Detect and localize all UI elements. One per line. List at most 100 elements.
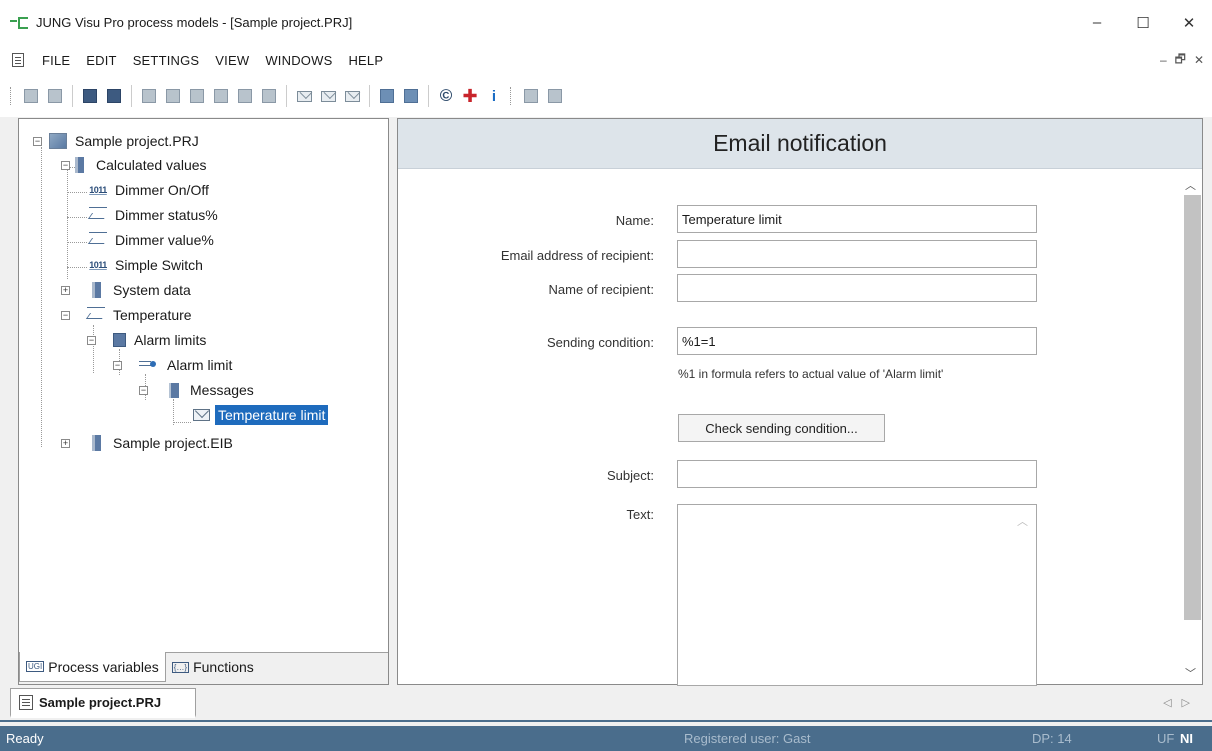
document-tab-strip: Sample project.PRJ ◁▷ — [0, 686, 1212, 726]
folder-icon — [92, 282, 101, 298]
status-flag-uf: UF — [1157, 731, 1175, 746]
status-text: Ready — [6, 731, 44, 746]
scroll-up-icon[interactable]: ︿ — [1185, 177, 1196, 193]
tree-node-messages[interactable]: − Messages — [139, 378, 257, 402]
toolbar: © ✚ i — [0, 75, 1212, 117]
view-detail-icon[interactable] — [545, 86, 565, 106]
check-condition-button[interactable]: Check sending condition... — [678, 414, 885, 442]
tree-node-alarm-limits[interactable]: − Alarm limits — [87, 328, 209, 352]
delete-icon[interactable] — [235, 86, 255, 106]
subject-field[interactable] — [677, 460, 1037, 488]
expand-toggle-icon[interactable]: + — [61, 285, 70, 295]
registered-user: Registered user: Gast — [684, 731, 811, 746]
tab-prev-icon[interactable]: ◁ — [1163, 697, 1181, 709]
email-notification-panel: Email notification Name: Temperature lim… — [397, 118, 1203, 686]
tree-node-simple-switch[interactable]: 1011 Simple Switch — [89, 253, 206, 277]
tab-process-variables[interactable]: UGI Process variables — [19, 652, 166, 682]
view-list-icon[interactable] — [521, 86, 541, 106]
toolbar-grip[interactable] — [10, 87, 13, 105]
document-menu-icon[interactable] — [12, 53, 24, 67]
scroll-down-icon[interactable]: ﹀ — [1185, 665, 1196, 681]
menu-bar: FILE EDIT SETTINGS VIEW WINDOWS HELP – 🗗… — [0, 45, 1212, 75]
new-document-icon[interactable] — [21, 86, 41, 106]
email-label: Email address of recipient: — [500, 248, 654, 263]
tree-node-temperature-limit[interactable]: Temperature limit — [193, 403, 329, 427]
add-alarm-icon[interactable] — [211, 86, 231, 106]
subject-label: Subject: — [607, 468, 654, 483]
add-red-icon[interactable]: ✚ — [460, 86, 480, 106]
link-icon[interactable] — [259, 86, 279, 106]
scrollbar-thumb[interactable] — [1184, 195, 1201, 620]
binary-variable-icon: 1011 — [89, 260, 107, 270]
info-icon[interactable]: i — [484, 86, 504, 106]
minimize-button[interactable]: – — [1074, 0, 1120, 45]
add-analog-icon[interactable] — [187, 86, 207, 106]
left-panel-tabs: UGI Process variables {…} Functions — [19, 652, 388, 684]
project-tree-panel: − Sample project.PRJ − Calculated values… — [18, 118, 389, 685]
tab-functions[interactable]: {…} Functions — [166, 653, 260, 681]
panel-title: Email notification — [713, 130, 887, 156]
mail-delete-icon[interactable] — [342, 86, 362, 106]
document-icon — [19, 694, 33, 710]
document-tab[interactable]: Sample project.PRJ — [10, 688, 196, 718]
text-label: Text: — [626, 507, 654, 522]
tree-node-calculated-values[interactable]: − Calculated values — [61, 153, 210, 177]
mdi-restore-button[interactable]: 🗗 — [1175, 50, 1186, 71]
tree-node-system-data[interactable]: + System data — [61, 278, 194, 302]
mail-icon[interactable] — [294, 86, 314, 106]
menu-settings[interactable]: SETTINGS — [125, 53, 208, 68]
toolbar-grip-2[interactable] — [510, 87, 513, 105]
project-tree: − Sample project.PRJ − Calculated values… — [19, 119, 388, 653]
recipient-name-field[interactable] — [677, 274, 1037, 302]
tree-node-temperature[interactable]: − Temperature — [61, 303, 195, 327]
mdi-controls: – 🗗 ✕ — [1160, 45, 1204, 75]
tree-node-eib[interactable]: + Sample project.EIB — [61, 431, 236, 455]
folder-icon — [75, 157, 84, 173]
tree-node-dimmer-onoff[interactable]: 1011 Dimmer On/Off — [89, 178, 212, 202]
tab-navigation: ◁▷ — [1163, 696, 1200, 709]
collapse-toggle-icon[interactable]: − — [113, 360, 122, 370]
chevron-up-icon[interactable]: ︿ — [1017, 513, 1028, 529]
add-variable-icon[interactable] — [139, 86, 159, 106]
sending-condition-field[interactable]: %1=1 — [677, 327, 1037, 355]
close-button[interactable]: ✕ — [1166, 0, 1212, 45]
functions-icon: {…} — [171, 661, 190, 673]
collapse-toggle-icon[interactable]: − — [61, 310, 70, 320]
expand-icon[interactable] — [377, 86, 397, 106]
collapse-icon[interactable] — [401, 86, 421, 106]
menu-file[interactable]: FILE — [34, 53, 78, 68]
menu-help[interactable]: HELP — [340, 53, 391, 68]
properties-icon[interactable] — [45, 86, 65, 106]
copyright-icon[interactable]: © — [436, 86, 456, 106]
tree-node-dimmer-value[interactable]: Dimmer value% — [89, 228, 217, 252]
tree-node-dimmer-status[interactable]: Dimmer status% — [89, 203, 221, 227]
import-icon[interactable] — [80, 86, 100, 106]
window-title: JUNG Visu Pro process models - [Sample p… — [36, 15, 353, 30]
email-form: Name: Temperature limit Email address of… — [398, 169, 1180, 686]
collapse-toggle-icon[interactable]: − — [33, 136, 42, 146]
binary-variable-icon: 1011 — [89, 185, 107, 195]
message-text-area[interactable]: ︿ — [677, 504, 1037, 686]
email-field[interactable] — [677, 240, 1037, 268]
collapse-toggle-icon[interactable]: − — [87, 335, 96, 345]
menu-windows[interactable]: WINDOWS — [257, 53, 340, 68]
app-logo-icon — [10, 16, 28, 29]
vertical-scrollbar[interactable]: ︿ ﹀ — [1180, 169, 1202, 684]
expand-toggle-icon[interactable]: + — [61, 438, 70, 448]
mdi-close-button[interactable]: ✕ — [1194, 53, 1204, 67]
collapse-toggle-icon[interactable]: − — [61, 160, 70, 170]
add-binary-icon[interactable] — [163, 86, 183, 106]
project-icon — [49, 133, 67, 149]
tree-node-project[interactable]: − Sample project.PRJ — [33, 129, 202, 153]
mail-settings-icon[interactable] — [318, 86, 338, 106]
mdi-minimize-button[interactable]: – — [1160, 53, 1167, 67]
menu-view[interactable]: VIEW — [207, 53, 257, 68]
window-controls: – ☐ ✕ — [1074, 0, 1212, 45]
export-icon[interactable] — [104, 86, 124, 106]
tab-next-icon[interactable]: ▷ — [1182, 697, 1200, 709]
tree-node-alarm-limit[interactable]: − Alarm limit — [113, 353, 235, 377]
name-field[interactable]: Temperature limit — [677, 205, 1037, 233]
menu-edit[interactable]: EDIT — [78, 53, 124, 68]
collapse-toggle-icon[interactable]: − — [139, 385, 148, 395]
maximize-button[interactable]: ☐ — [1120, 0, 1166, 45]
